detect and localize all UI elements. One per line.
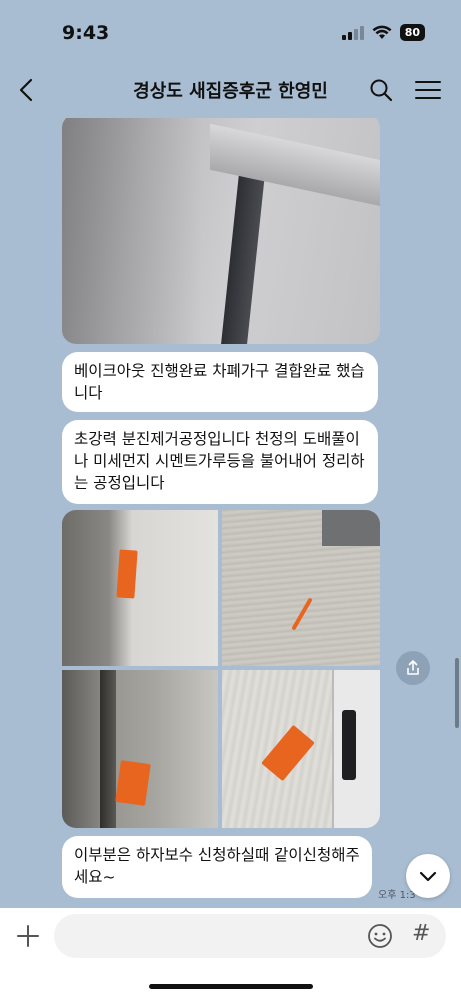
share-button[interactable] (396, 651, 430, 685)
chevron-down-icon (419, 871, 437, 882)
chat-messages[interactable]: 베이크아웃 진행완료 차폐가구 결합완료 했습니다 초강력 분진제거공정입니다 … (0, 118, 461, 908)
share-icon (407, 660, 419, 675)
status-time: 9:43 (62, 22, 110, 44)
scrollbar[interactable] (455, 658, 459, 728)
chat-header: 경상도 새집증후군 한영민 (0, 62, 461, 118)
battery-icon: 80 (399, 24, 425, 41)
hash-icon[interactable]: # (412, 921, 436, 949)
home-indicator (149, 984, 313, 989)
status-icons: 80 (341, 24, 425, 41)
plus-icon[interactable] (14, 922, 42, 950)
message-photo-grid-item[interactable] (222, 510, 380, 666)
signal-icon (341, 25, 364, 40)
message-photo[interactable] (62, 118, 380, 344)
message-photo-grid-item[interactable] (62, 670, 218, 828)
message-bubble[interactable]: 이부분은 하자보수 신청하실때 같이신청해주세요~ (62, 836, 372, 898)
back-arrow-icon[interactable] (14, 76, 42, 104)
message-input-bar: # (0, 908, 461, 1000)
search-icon[interactable] (368, 77, 394, 103)
wifi-icon (372, 25, 392, 39)
message-bubble[interactable]: 베이크아웃 진행완료 차폐가구 결합완료 했습니다 (62, 352, 378, 412)
emoji-icon[interactable] (366, 922, 394, 950)
status-bar: 9:43 80 (0, 0, 461, 62)
menu-icon[interactable] (414, 78, 442, 102)
message-bubble[interactable]: 초강력 분진제거공정입니다 천정의 도배풀이나 미세먼지 시멘트가루등을 불어내… (62, 420, 378, 504)
tape-mark (115, 760, 151, 806)
tape-mark (291, 597, 313, 631)
message-text: 이부분은 하자보수 신청하실때 같이신청해주세요~ (74, 846, 360, 886)
tape-mark (261, 724, 315, 782)
message-text: 초강력 분진제거공정입니다 천정의 도배풀이나 미세먼지 시멘트가루등을 불어내… (74, 430, 365, 492)
scroll-to-bottom-button[interactable] (406, 854, 450, 898)
message-text: 베이크아웃 진행완료 차폐가구 결합완료 했습니다 (74, 362, 365, 402)
tape-mark (116, 549, 138, 599)
message-photo-grid-item[interactable] (222, 670, 380, 828)
message-photo-grid-item[interactable] (62, 510, 218, 666)
